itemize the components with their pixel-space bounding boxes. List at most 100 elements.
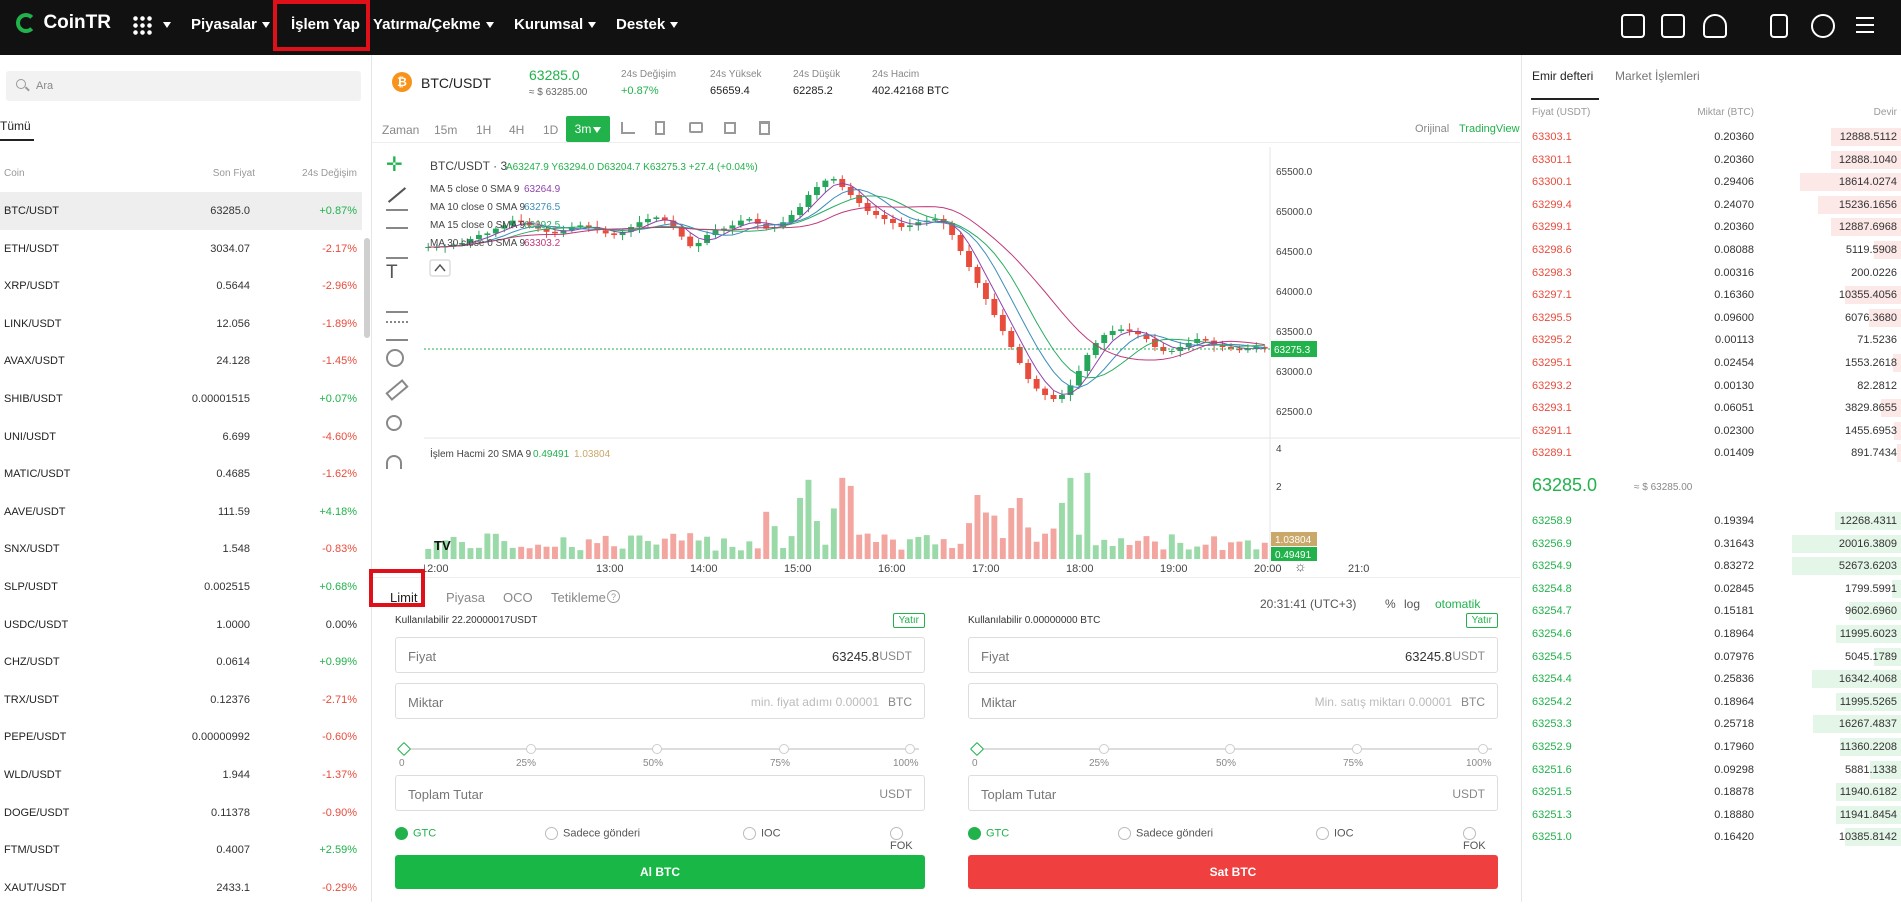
ruler-icon[interactable] bbox=[385, 379, 408, 401]
market-row[interactable]: ETH/USDT3034.07-2.17% bbox=[0, 230, 362, 268]
tf-time[interactable]: Zaman bbox=[382, 123, 419, 137]
slider-stop[interactable] bbox=[1225, 744, 1235, 754]
market-row[interactable]: TRX/USDT0.12376-2.71% bbox=[0, 681, 362, 719]
crosshair-icon[interactable]: ✛ bbox=[386, 155, 408, 175]
bid-row[interactable]: 63254.60.1896411995.6023 bbox=[1522, 623, 1901, 646]
tif-option[interactable]: IOC bbox=[1316, 827, 1354, 840]
nav-corporate[interactable]: Kurumsal bbox=[514, 0, 596, 50]
help-icon[interactable]: ? bbox=[607, 590, 620, 603]
tif-option[interactable]: GTC bbox=[968, 827, 1009, 840]
market-row[interactable]: XAUT/USDT2433.1-0.29% bbox=[0, 869, 362, 907]
fullscreen-icon[interactable] bbox=[724, 122, 736, 134]
search-box[interactable]: Ara bbox=[6, 71, 361, 101]
tab-market-trades[interactable]: Market İşlemleri bbox=[1615, 69, 1700, 83]
market-row[interactable]: XRP/USDT0.5644-2.96% bbox=[0, 267, 362, 305]
slider-stop[interactable] bbox=[905, 744, 915, 754]
total-field[interactable]: Toplam TutarUSDT bbox=[968, 775, 1498, 811]
view-tradingview[interactable]: TradingView bbox=[1459, 123, 1520, 135]
market-row[interactable]: UNI/USDT6.699-4.60% bbox=[0, 418, 362, 456]
tab-market[interactable]: Piyasa bbox=[446, 590, 485, 605]
settings-gear-icon[interactable]: ☼ bbox=[1294, 558, 1307, 572]
ask-row[interactable]: 63297.10.1636010355.4056 bbox=[1522, 284, 1901, 307]
total-field[interactable]: Toplam TutarUSDT bbox=[395, 775, 925, 811]
bid-row[interactable]: 63254.50.079765045.1789 bbox=[1522, 646, 1901, 669]
view-original[interactable]: Orijinal bbox=[1415, 123, 1449, 135]
market-row[interactable]: USDC/USDT1.00000.00% bbox=[0, 606, 362, 644]
slider-stop[interactable] bbox=[1352, 744, 1362, 754]
market-row[interactable]: CHZ/USDT0.0614+0.99% bbox=[0, 643, 362, 681]
bid-row[interactable]: 63254.20.1896411995.5265 bbox=[1522, 691, 1901, 714]
deposit-button[interactable]: Yatır bbox=[1466, 613, 1498, 628]
prediction-icon[interactable] bbox=[386, 321, 408, 341]
tab-oco[interactable]: OCO bbox=[503, 590, 533, 605]
buy-btc-button[interactable]: Al BTC bbox=[395, 855, 925, 889]
tf-15m[interactable]: 15m bbox=[434, 123, 457, 137]
market-row[interactable]: SNX/USDT1.548-0.83% bbox=[0, 530, 362, 568]
bid-row[interactable]: 63254.40.2583616342.4068 bbox=[1522, 668, 1901, 691]
ask-row[interactable]: 63303.10.2036012888.5112 bbox=[1522, 126, 1901, 149]
ask-row[interactable]: 63295.50.096006076.3680 bbox=[1522, 307, 1901, 330]
apps-grid-icon[interactable] bbox=[132, 15, 152, 35]
nav-support[interactable]: Destek bbox=[616, 0, 678, 50]
slider-stop[interactable] bbox=[397, 742, 411, 756]
bid-row[interactable]: 63258.90.1939412268.4311 bbox=[1522, 510, 1901, 533]
amount-placeholder[interactable]: min. fiyat adımı 0.00001 bbox=[751, 695, 879, 709]
market-row[interactable]: LINK/USDT12.056-1.89% bbox=[0, 305, 362, 343]
price-field[interactable]: Fiyat63245.8USDT bbox=[968, 637, 1498, 673]
bid-row[interactable]: 63251.00.1642010385.8142 bbox=[1522, 826, 1901, 849]
bid-row[interactable]: 63251.60.092985881.1338 bbox=[1522, 759, 1901, 782]
market-row[interactable]: BTC/USDT63285.0+0.87% bbox=[0, 192, 362, 230]
zoom-in-icon[interactable] bbox=[386, 415, 402, 431]
ask-row[interactable]: 63291.10.023001455.6953 bbox=[1522, 420, 1901, 443]
tif-option[interactable]: Sadece gönderi bbox=[545, 827, 640, 840]
orders-icon[interactable] bbox=[1661, 14, 1685, 38]
scale-log[interactable]: log bbox=[1404, 597, 1420, 611]
brush-icon[interactable] bbox=[386, 239, 408, 259]
price-value[interactable]: 63245.8 bbox=[832, 649, 879, 664]
ask-row[interactable]: 63289.10.01409891.7434 bbox=[1522, 442, 1901, 465]
market-row[interactable]: DOGE/USDT0.11378-0.90% bbox=[0, 794, 362, 832]
slider-stop[interactable] bbox=[526, 744, 536, 754]
amount-placeholder[interactable]: Min. satış miktarı 0.00001 bbox=[1315, 695, 1452, 709]
col-change[interactable]: 24s Değişim bbox=[302, 168, 357, 179]
bid-row[interactable]: 63251.50.1887811940.6182 bbox=[1522, 781, 1901, 804]
price-chart[interactable]: 63275.365500.065000.064500.064000.063500… bbox=[424, 147, 1520, 572]
magnet-icon[interactable] bbox=[386, 455, 402, 469]
tab-order-book[interactable]: Emir defteri bbox=[1532, 69, 1593, 83]
fib-icon[interactable] bbox=[386, 209, 408, 229]
ticker-pair[interactable]: BTC/USDT bbox=[421, 75, 491, 91]
logo[interactable]: CoinTR bbox=[16, 12, 111, 38]
market-scrollbar[interactable] bbox=[364, 238, 370, 338]
scale-auto[interactable]: otomatik bbox=[1435, 597, 1480, 611]
indicator-icon[interactable] bbox=[621, 122, 635, 134]
pattern-icon[interactable] bbox=[386, 293, 408, 313]
tif-option[interactable]: FOK bbox=[890, 827, 925, 852]
tab-trigger[interactable]: Tetikleme bbox=[551, 590, 606, 605]
bid-row[interactable]: 63254.70.151819602.6960 bbox=[1522, 600, 1901, 623]
tif-option[interactable]: GTC bbox=[395, 827, 436, 840]
market-row[interactable]: AAVE/USDT111.59+4.18% bbox=[0, 493, 362, 531]
menu-icon[interactable] bbox=[1856, 17, 1874, 33]
ask-row[interactable]: 63299.10.2036012887.6968 bbox=[1522, 216, 1901, 239]
user-icon[interactable] bbox=[1703, 14, 1727, 38]
collapse-legend-button[interactable] bbox=[430, 260, 450, 276]
trash-icon[interactable] bbox=[759, 121, 770, 135]
amount-slider[interactable] bbox=[976, 748, 1492, 750]
text-icon[interactable]: T bbox=[386, 263, 408, 283]
deposit-button[interactable]: Yatır bbox=[893, 613, 925, 628]
sell-btc-button[interactable]: Sat BTC bbox=[968, 855, 1498, 889]
ask-row[interactable]: 63298.30.00316200.0226 bbox=[1522, 262, 1901, 285]
amount-field[interactable]: MiktarMin. satış miktarı 0.00001BTC bbox=[968, 683, 1498, 719]
tif-option[interactable]: Sadece gönderi bbox=[1118, 827, 1213, 840]
nav-deposit-withdraw[interactable]: Yatırma/Çekme bbox=[373, 0, 494, 50]
chart-area[interactable]: ✛ T 63275.365500.065000.064500.064000.06… bbox=[372, 147, 1520, 572]
camera-icon[interactable] bbox=[689, 122, 703, 133]
slider-stop[interactable] bbox=[1478, 744, 1488, 754]
ask-row[interactable]: 63295.20.0011371.5236 bbox=[1522, 329, 1901, 352]
ask-row[interactable]: 63293.20.0013082.2812 bbox=[1522, 375, 1901, 398]
tab-all[interactable]: Tümü bbox=[0, 119, 31, 133]
slider-stop[interactable] bbox=[652, 744, 662, 754]
scale-percent[interactable]: % bbox=[1385, 597, 1396, 611]
ask-row[interactable]: 63300.10.2940618614.0274 bbox=[1522, 171, 1901, 194]
tf-4h[interactable]: 4H bbox=[509, 123, 524, 137]
